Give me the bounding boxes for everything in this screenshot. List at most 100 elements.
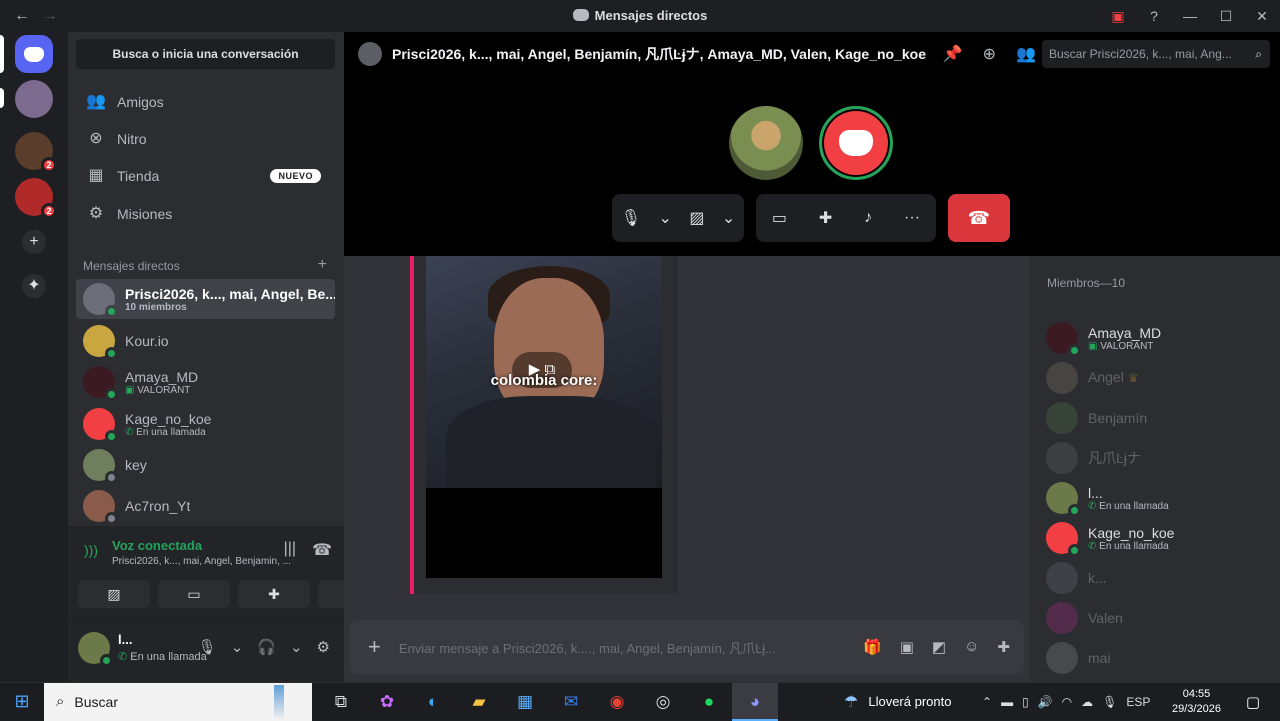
channel-name[interactable]: Prisci2026, k..., mai, Angel, Benjamín, … — [392, 44, 926, 64]
cloud-icon[interactable]: ☁ — [1081, 695, 1093, 709]
spotify-icon[interactable]: ● — [686, 683, 732, 721]
apps-icon[interactable]: ✚ — [997, 638, 1010, 656]
participant-avatar[interactable] — [729, 106, 803, 180]
notification-icon[interactable]: ▢ — [1246, 693, 1260, 711]
avatar — [83, 366, 118, 401]
activity-text: VALORANT — [1100, 340, 1154, 352]
chevron-down-icon[interactable]: ⌄ — [231, 638, 244, 656]
attach-icon[interactable]: + — [368, 634, 381, 660]
store-icon[interactable]: ▦ — [502, 683, 548, 721]
participant-avatar-speaking[interactable] — [819, 106, 893, 180]
battery-icon[interactable]: ▯ — [1022, 695, 1029, 709]
search-input[interactable]: Buscar Prisci2026, k..., mai, Ang... ⌕ — [1042, 40, 1270, 68]
status-indicator — [1068, 544, 1081, 557]
member-item[interactable]: Benjamín — [1046, 398, 1276, 438]
explore-icon[interactable]: ✦ — [22, 274, 46, 298]
nav-shop[interactable]: ▦ Tienda NUEVO — [76, 158, 335, 194]
dm-item-ac7ron[interactable]: Ac7ron_Yt — [76, 486, 335, 526]
message-input[interactable]: Enviar mensaje a Prisci2026, k...., mai,… — [399, 638, 805, 657]
chevron-up-icon[interactable]: ⌃ — [982, 695, 992, 709]
gift-icon[interactable]: 🎁 — [863, 638, 882, 656]
add-server-icon[interactable]: + — [22, 230, 46, 254]
file-explorer-icon[interactable]: ▰ — [456, 683, 502, 721]
screen-share-icon[interactable]: ▭ — [772, 208, 787, 228]
avatar — [83, 283, 118, 318]
camera-off-icon[interactable]: ▨ — [689, 208, 704, 228]
member-item[interactable]: mai — [1046, 638, 1276, 678]
mic-icon[interactable]: 🎙 — [198, 638, 217, 656]
activities-icon[interactable]: ✚ — [819, 208, 832, 228]
chrome-icon[interactable]: ◉ — [594, 683, 640, 721]
dm-item-key[interactable]: key — [76, 445, 335, 485]
maximize-button[interactable]: ☐ — [1208, 8, 1244, 25]
dm-item-amaya[interactable]: Amaya_MD ▣ VALORANT — [76, 362, 335, 402]
settings-gear-icon[interactable]: ⚙ — [317, 638, 330, 656]
nav-friends[interactable]: 👥 Amigos — [76, 84, 335, 120]
soundboard-icon[interactable]: ♪ — [864, 209, 872, 227]
member-item[interactable]: Valen — [1046, 598, 1276, 638]
more-options-icon[interactable]: ··· — [904, 209, 920, 227]
inbox-icon[interactable]: ▣ — [1100, 8, 1136, 25]
member-item[interactable]: l... ✆ En una llamada — [1046, 478, 1276, 518]
dm-item-group[interactable]: Prisci2026, k..., mai, Angel, Be... 10 mi… — [76, 279, 335, 319]
voice-status[interactable]: ))) Voz conectada Prisci2026, k..., mai,… — [84, 538, 312, 567]
create-dm-icon[interactable]: + — [318, 257, 327, 273]
signal-icon: ))) — [84, 542, 98, 558]
help-icon[interactable]: ? — [1136, 8, 1172, 24]
end-call-button[interactable]: ☎ — [948, 194, 1010, 242]
member-item[interactable]: Angel ♛ — [1046, 358, 1276, 398]
task-view-icon[interactable]: ⧉ — [318, 683, 364, 721]
mic-icon[interactable]: 🎙 — [621, 208, 641, 228]
member-item[interactable]: 凡爪Ŀɉナ — [1046, 438, 1276, 478]
screen-share-button[interactable]: ▭ — [158, 580, 230, 608]
start-icon[interactable]: ⊞ — [0, 691, 44, 712]
chevron-down-icon[interactable]: ⌄ — [290, 638, 303, 656]
user-avatar[interactable] — [78, 632, 113, 667]
weather-widget[interactable]: ☂ Lloverá pronto — [844, 692, 951, 712]
clock[interactable]: 04:55 29/3/2026 — [1172, 687, 1221, 717]
copilot-icon[interactable]: ✿ — [364, 683, 410, 721]
discord-logo-icon — [572, 9, 589, 21]
member-list-icon[interactable]: 👥 — [1016, 44, 1036, 64]
chevron-down-icon[interactable]: ⌄ — [658, 208, 671, 228]
emoji-icon[interactable]: ☺ — [964, 638, 979, 656]
camera-off-button[interactable]: ▨ — [78, 580, 150, 608]
wifi-icon[interactable]: ◠ — [1062, 695, 1072, 709]
nav-nitro[interactable]: ⊗ Nitro — [76, 121, 335, 157]
language-indicator[interactable]: ESP — [1126, 695, 1150, 709]
minimize-button[interactable]: — — [1172, 8, 1208, 24]
server-icon-dm-1[interactable]: 2 — [15, 132, 57, 173]
noise-suppression-icon[interactable]: ||| — [284, 540, 296, 560]
chevron-down-icon[interactable]: ⌄ — [722, 208, 735, 228]
volume-icon[interactable]: 🔊 — [1038, 695, 1053, 709]
main-content: Prisci2026, k..., mai, Angel, Benjamín, … — [344, 32, 1280, 714]
member-item[interactable]: Amaya_MD ▣ VALORANT — [1046, 318, 1276, 358]
game-app-icon[interactable]: ◎ — [640, 683, 686, 721]
close-button[interactable]: ✕ — [1244, 8, 1280, 25]
voice-status-title: Voz conectada — [112, 538, 203, 553]
video-player[interactable]: ▶ ⧉ colombia core: — [426, 256, 662, 488]
find-conversation-button[interactable]: Busca o inicia una conversación — [76, 39, 335, 69]
dm-item-kourio[interactable]: Kour.io — [76, 321, 335, 361]
member-item[interactable]: Kage_no_koe ✆ En una llamada — [1046, 518, 1276, 558]
dm-item-kage[interactable]: Kage_no_koe ✆ En una llamada — [76, 404, 335, 444]
disconnect-icon[interactable]: ☎ — [312, 540, 332, 560]
nav-quests[interactable]: ⚙ Misiones — [76, 196, 335, 232]
home-button[interactable] — [15, 35, 53, 73]
activities-button[interactable]: ✚ — [238, 580, 310, 608]
pin-icon[interactable]: 📌 — [943, 44, 963, 64]
gif-icon[interactable]: ▣ — [900, 638, 914, 656]
status-indicator — [105, 388, 118, 401]
edge-icon[interactable]: ◐ — [410, 683, 456, 721]
add-member-icon[interactable]: ⊕ — [983, 44, 996, 64]
discord-taskbar-icon[interactable]: ◕ — [732, 682, 778, 721]
mic-icon[interactable]: 🎙 — [1102, 695, 1117, 709]
sticker-icon[interactable]: ◩ — [932, 638, 946, 656]
taskbar-search[interactable]: ⌕ Buscar — [44, 682, 312, 721]
mail-icon[interactable]: ✉ — [548, 683, 594, 721]
server-icon-dm-2[interactable]: 2 — [15, 178, 57, 219]
server-icon-voice[interactable] — [15, 80, 53, 118]
tray-app-icon[interactable]: ▬ — [1001, 695, 1013, 709]
member-item[interactable]: k... — [1046, 558, 1276, 598]
headphones-icon[interactable]: 🎧 — [257, 638, 276, 656]
